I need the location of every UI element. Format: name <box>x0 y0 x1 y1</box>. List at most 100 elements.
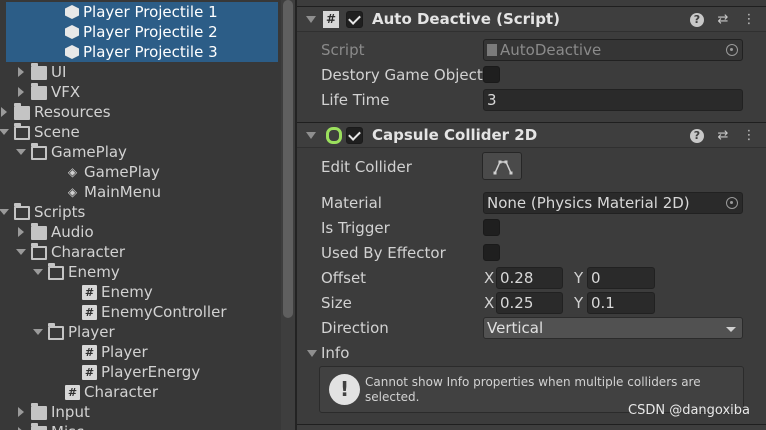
help-icon[interactable]: ? <box>690 13 704 27</box>
expand-arrow-right-icon[interactable] <box>15 422 27 430</box>
auto-deactive-enabled-checkbox[interactable] <box>346 11 363 28</box>
info-label[interactable]: Info <box>321 344 349 362</box>
tree-row[interactable]: Resources <box>0 102 281 122</box>
expand-arrow-down-icon[interactable] <box>32 322 44 342</box>
lifetime-input[interactable]: 3 <box>483 89 743 111</box>
size-row: Size X 0.25 Y 0.1 <box>297 292 766 314</box>
lifetime-row: Life Time 3 <box>297 89 766 111</box>
tree-row[interactable]: Scene <box>0 122 281 142</box>
destroy-game-object-checkbox[interactable] <box>483 66 500 83</box>
presets-icon[interactable]: ⇄ <box>716 127 730 144</box>
tree-row[interactable]: Misc <box>0 422 281 430</box>
is-trigger-checkbox[interactable] <box>483 219 500 236</box>
kebab-menu-icon[interactable]: ⋮ <box>742 127 756 144</box>
expand-arrow-right-icon[interactable] <box>15 222 27 242</box>
folder-icon <box>31 423 47 430</box>
tree-row-selected[interactable]: Player Projectile 2 <box>6 22 278 42</box>
tree-row[interactable]: Scripts <box>0 202 281 222</box>
used-by-effector-checkbox[interactable] <box>483 244 500 261</box>
expand-arrow-down-icon[interactable] <box>15 242 27 262</box>
tree-scrollbar[interactable] <box>281 0 295 430</box>
expand-arrow-down-icon[interactable] <box>32 262 44 282</box>
tree-row-selected[interactable]: Player Projectile 1 <box>6 2 278 22</box>
csharp-script-icon: # <box>82 344 97 360</box>
offset-x-input[interactable]: 0.28 <box>496 267 563 289</box>
offset-y-label[interactable]: Y <box>574 269 583 287</box>
tree-row[interactable]: ◈ MainMenu <box>0 182 281 202</box>
object-picker-icon[interactable] <box>726 197 738 209</box>
object-picker-icon[interactable] <box>726 44 738 56</box>
offset-y-input[interactable]: 0 <box>587 267 655 289</box>
expand-arrow-right-icon[interactable] <box>0 102 10 122</box>
fold-arrow-icon[interactable] <box>306 132 316 139</box>
tree-row[interactable]: # PlayerEnergy <box>0 362 281 382</box>
tree-row[interactable]: Audio <box>0 222 281 242</box>
offset-x-label[interactable]: X <box>484 269 494 287</box>
project-tree: Player Projectile 1 Player Projectile 2 Pl… <box>0 0 281 430</box>
size-y-input[interactable]: 0.1 <box>587 292 655 314</box>
tree-scrollbar-thumb[interactable] <box>283 0 293 318</box>
watermark-text: CSDN @dangoxiba <box>628 403 750 418</box>
tree-row[interactable]: Input <box>0 402 281 422</box>
tree-row[interactable]: Enemy <box>0 262 281 282</box>
expand-arrow-down-icon[interactable] <box>15 142 27 162</box>
info-message: Cannot show Info properties when multipl… <box>365 375 701 404</box>
expand-arrow-right-icon[interactable] <box>15 82 27 102</box>
tree-row[interactable]: # Character <box>0 382 281 402</box>
tree-row[interactable]: Character <box>0 242 281 262</box>
tree-row-label: EnemyController <box>101 303 227 321</box>
folder-open-icon <box>14 123 30 140</box>
material-field[interactable]: None (Physics Material 2D) <box>483 192 743 214</box>
tree-row[interactable]: # Enemy <box>0 282 281 302</box>
size-y-label[interactable]: Y <box>574 294 583 312</box>
expand-arrow-right-icon[interactable] <box>15 402 27 422</box>
expand-arrow-right-icon[interactable] <box>15 62 27 82</box>
fold-arrow-icon[interactable] <box>306 16 316 23</box>
edit-collider-button[interactable] <box>482 152 522 180</box>
offset-label: Offset <box>321 269 367 287</box>
folder-open-icon <box>48 323 64 340</box>
lifetime-label[interactable]: Life Time <box>321 91 390 109</box>
info-foldout[interactable]: Info <box>297 342 766 364</box>
capsule-collider-header[interactable]: Capsule Collider 2D ? ⇄ ⋮ <box>297 122 766 148</box>
tree-row-label: Resources <box>34 103 111 121</box>
folder-icon <box>31 403 47 420</box>
tree-row[interactable]: GamePlay <box>0 142 281 162</box>
help-icon[interactable]: ? <box>690 129 704 143</box>
edit-collider-label: Edit Collider <box>321 158 412 176</box>
auto-deactive-header[interactable]: # Auto Deactive (Script) ? ⇄ ⋮ <box>297 6 766 32</box>
auto-deactive-title: Auto Deactive (Script) <box>372 10 560 28</box>
kebab-menu-icon[interactable]: ⋮ <box>742 11 756 28</box>
script-field[interactable]: AutoDeactive <box>483 39 743 61</box>
prefab-cube-icon <box>65 5 79 19</box>
tree-row[interactable]: # Player <box>0 342 281 362</box>
presets-icon[interactable]: ⇄ <box>716 11 730 28</box>
is-trigger-row: Is Trigger <box>297 217 766 239</box>
expand-arrow-down-icon[interactable] <box>0 202 10 222</box>
tree-row-selected[interactable]: Player Projectile 3 <box>6 42 278 62</box>
size-x-label[interactable]: X <box>484 294 494 312</box>
tree-row[interactable]: # EnemyController <box>0 302 281 322</box>
tree-row[interactable]: VFX <box>0 82 281 102</box>
destroy-row: Destory Game Object <box>297 64 766 86</box>
is-trigger-label: Is Trigger <box>321 219 390 237</box>
fold-arrow-icon[interactable] <box>307 350 317 357</box>
destroy-label: Destory Game Object <box>321 66 483 84</box>
tree-row[interactable]: ◈ GamePlay <box>0 162 281 182</box>
tree-row[interactable]: UI <box>0 62 281 82</box>
edit-shape-icon <box>493 160 513 175</box>
tree-row-label: MainMenu <box>84 183 161 201</box>
direction-dropdown[interactable]: Vertical <box>483 317 743 339</box>
next-component-edge <box>297 424 766 430</box>
tree-row-label: VFX <box>51 83 81 101</box>
size-x-input[interactable]: 0.25 <box>496 292 563 314</box>
expand-arrow-down-icon[interactable] <box>0 122 10 142</box>
capsule-collider-enabled-checkbox[interactable] <box>346 127 363 144</box>
csharp-script-icon: # <box>65 384 80 400</box>
csharp-script-icon: # <box>82 364 97 380</box>
dropdown-caret-icon <box>726 327 736 332</box>
tree-row[interactable]: Player <box>0 322 281 342</box>
